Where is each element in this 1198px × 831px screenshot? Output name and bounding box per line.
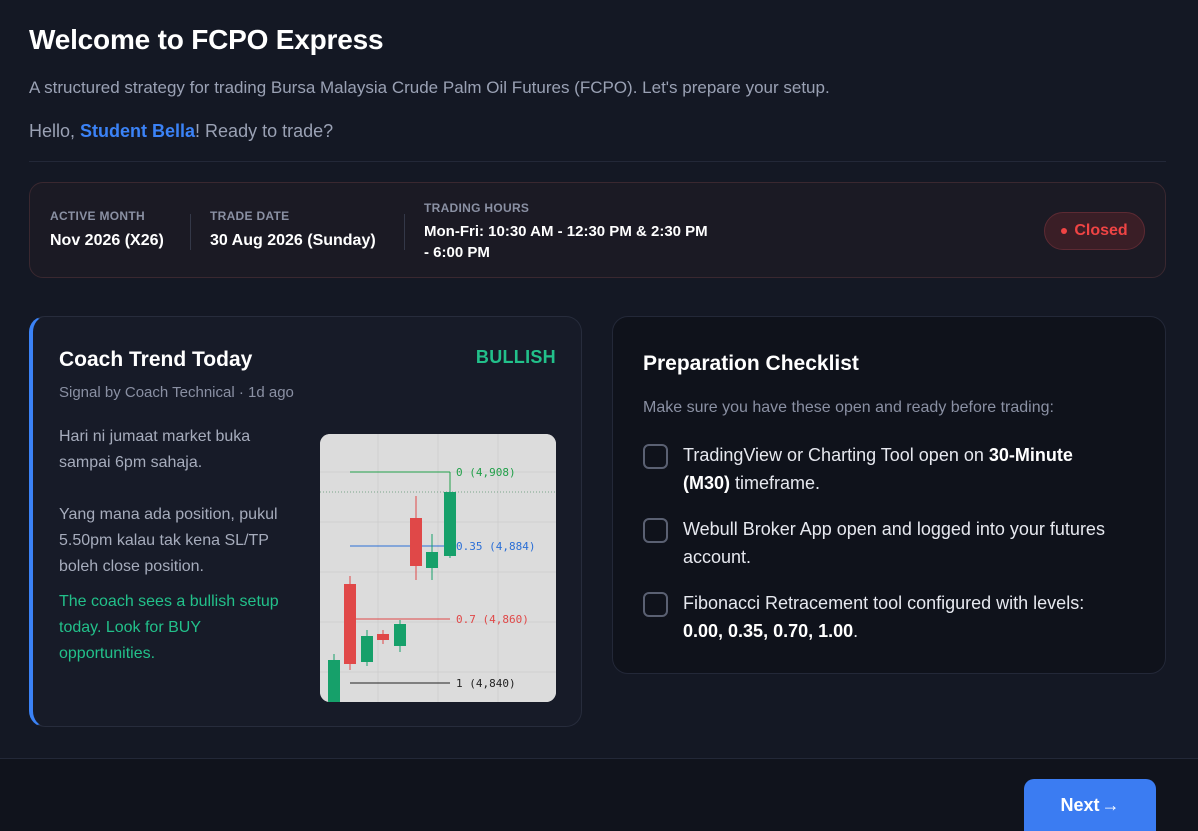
preparation-checklist-card: Preparation Checklist Make sure you have…	[612, 316, 1166, 674]
candle	[410, 518, 422, 566]
greeting-prefix: Hello,	[29, 121, 81, 141]
footer	[0, 759, 1198, 831]
coach-message-line: Yang mana ada position, pukul 5.50pm kal…	[59, 506, 278, 575]
text: TradingView or Charting Tool open on	[683, 445, 989, 465]
active-month: ACTIVE MONTH Nov 2026 (X26)	[50, 209, 164, 251]
status-dot-icon	[1061, 228, 1068, 234]
checklist-item-webull[interactable]: Webull Broker App open and logged into y…	[643, 515, 1123, 571]
arrow-right-icon: →	[1101, 794, 1120, 815]
coach-message-line: Hari ni jumaat market buka sampai 6pm sa…	[59, 428, 251, 471]
coach-trend-card: Coach Trend Today BULLISH Signal by Coac…	[29, 316, 582, 727]
trade-date: TRADE DATE 30 Aug 2026 (Sunday)	[210, 209, 376, 251]
info-separator	[404, 214, 405, 250]
session-info-bar: ACTIVE MONTH Nov 2026 (X26) TRADE DATE 3…	[29, 182, 1166, 278]
coach-message: Hari ni jumaat market buka sampai 6pm sa…	[59, 424, 299, 606]
candle	[426, 552, 438, 568]
fibonacci-chart-image: 0 (4,908) 0.35 (4,884) 0.7 (4,860) 1 (4,…	[320, 434, 556, 702]
candle	[328, 660, 340, 702]
text: .	[853, 621, 859, 641]
checklist-item-label: Webull Broker App open and logged into y…	[683, 519, 1105, 567]
info-separator	[190, 214, 191, 250]
checklist-item-label: Fibonacci Retracement tool configured wi…	[683, 589, 1123, 645]
trading-hours-value: Mon-Fri: 10:30 AM - 12:30 PM & 2:30 PM -…	[424, 223, 708, 261]
fib-levels-text: 0.00, 0.35, 0.70, 1.00	[683, 621, 854, 641]
user-name: Student Bella	[80, 121, 196, 141]
fib-label-1: 1 (4,840)	[456, 677, 516, 690]
candle	[377, 634, 389, 640]
page-title: Welcome to FCPO Express	[29, 24, 384, 55]
greeting-suffix: ! Ready to trade?	[195, 121, 334, 141]
header-divider	[29, 161, 1166, 162]
checkbox[interactable]	[643, 592, 668, 617]
trade-date-label: TRADE DATE	[210, 209, 290, 223]
checklist-item-label: TradingView or Charting Tool open on 30-…	[683, 441, 1123, 497]
candle	[344, 584, 356, 664]
signal-meta: Signal by Coach Technical · 1d ago	[59, 384, 294, 401]
trading-hours: TRADING HOURS Mon-Fri: 10:30 AM - 12:30 …	[424, 201, 714, 263]
market-status-text: Closed	[1074, 222, 1128, 239]
checkbox[interactable]	[643, 444, 668, 469]
fib-label-0: 0 (4,908)	[456, 466, 516, 479]
checkbox[interactable]	[643, 518, 668, 543]
candle	[394, 624, 406, 646]
greeting: Hello, Student Bella! Ready to trade?	[29, 121, 333, 142]
active-month-label: ACTIVE MONTH	[50, 209, 145, 223]
fib-label-035: 0.35 (4,884)	[456, 540, 535, 553]
checklist-intro: Make sure you have these open and ready …	[643, 399, 1054, 416]
trend-badge: BULLISH	[475, 347, 556, 367]
next-button-label: Next	[1060, 794, 1100, 815]
text: timeframe.	[730, 473, 821, 493]
fibonacci-chart: 0 (4,908) 0.35 (4,884) 0.7 (4,860) 1 (4,…	[320, 434, 556, 702]
fib-label-07: 0.7 (4,860)	[456, 613, 529, 626]
market-status-badge: Closed	[1044, 212, 1145, 250]
checklist-item-fibonacci[interactable]: Fibonacci Retracement tool configured wi…	[643, 589, 1123, 645]
checklist-title: Preparation Checklist	[643, 352, 859, 375]
candle	[361, 636, 373, 662]
coach-card-title: Coach Trend Today	[59, 348, 253, 371]
active-month-value: Nov 2026 (X26)	[50, 232, 164, 249]
text: Fibonacci Retracement tool configured wi…	[683, 593, 1085, 613]
trading-hours-label: TRADING HOURS	[424, 201, 530, 215]
coach-outlook: The coach sees a bullish setup today. Lo…	[59, 593, 279, 662]
trade-date-value: 30 Aug 2026 (Sunday)	[210, 232, 376, 249]
candle	[444, 492, 456, 556]
checklist-item-tradingview[interactable]: TradingView or Charting Tool open on 30-…	[643, 441, 1123, 497]
page-subtitle: A structured strategy for trading Bursa …	[29, 78, 830, 97]
next-button[interactable]: Next →	[1024, 779, 1156, 831]
